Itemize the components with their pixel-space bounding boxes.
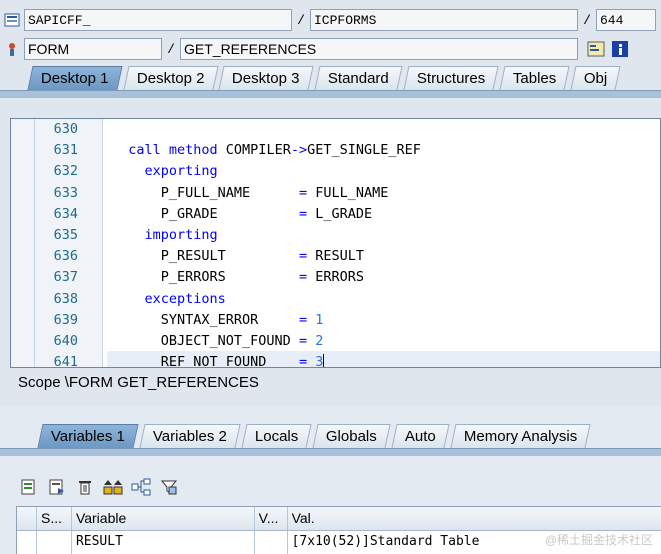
scope-row: FORM / GET_REFERENCES (0, 37, 661, 61)
cell-s (37, 531, 72, 554)
line-number: 630 (53, 121, 78, 137)
program-field[interactable]: SAPICFF_ (24, 9, 292, 31)
line-number: 632 (53, 163, 78, 180)
line-number: 637 (53, 269, 78, 286)
code-text: OBJECT_NOT_FOUND = 2 (112, 333, 324, 349)
variables-tab-4[interactable]: Auto (391, 424, 450, 448)
include-field[interactable]: ICPFORMS (310, 9, 578, 31)
variables-tab-5[interactable]: Memory Analysis (450, 424, 591, 448)
code-text: P_FULL_NAME = FULL_NAME (112, 184, 389, 201)
code-text: REF_NOT_FOUND = 3 (112, 354, 325, 368)
filter-icon[interactable] (158, 476, 180, 498)
tab-label: Standard (327, 70, 389, 87)
code-text: call method COMPILER->GET_SINGLE_REF (128, 142, 421, 159)
tab-label: Memory Analysis (463, 428, 578, 445)
line-number: 633 (53, 184, 78, 201)
tab-label: Desktop 3 (231, 70, 300, 87)
sort-icon[interactable] (102, 476, 124, 498)
tab-label: Structures (416, 70, 485, 87)
col-header-variable[interactable]: Variable (72, 507, 255, 530)
desktop-tab-3[interactable]: Standard (314, 66, 403, 90)
variables-toolbar (18, 476, 180, 498)
line-number: 636 (53, 248, 78, 265)
desktop-tabstrip: Desktop 1 Desktop 2 Desktop 3 Standard Struc… (27, 66, 625, 90)
tab-label: Globals (326, 428, 377, 445)
scope-label: Scope \FORM GET_REFERENCES (18, 374, 259, 391)
delete-icon[interactable] (74, 476, 96, 498)
scope-type-field[interactable]: FORM (24, 38, 162, 60)
row-selector[interactable] (17, 531, 37, 554)
line-number: 641 (53, 354, 78, 368)
grid-export-icon[interactable] (46, 476, 68, 498)
tab-label: Variables 2 (152, 428, 227, 445)
tab-label: Auto (404, 428, 436, 445)
tab-label: Desktop 1 (40, 70, 109, 87)
watermark: @稀土掘金技术社区 (544, 533, 653, 547)
scope-name-field[interactable]: GET_REFERENCES (180, 38, 578, 60)
tab-label: Obj (584, 70, 608, 87)
line-number: 635 (53, 227, 78, 243)
tabstrip-bar (0, 90, 661, 98)
line-number: 631 (53, 142, 78, 159)
tab-label: Variables 1 (50, 428, 125, 445)
table-header: S... Variable V... Val. (17, 507, 661, 531)
col-header-value[interactable]: Val. (288, 507, 661, 530)
program-icon (0, 9, 24, 31)
separator: / (583, 12, 591, 28)
tab-label: Desktop 2 (136, 70, 204, 87)
desktop-tab-1[interactable]: Desktop 2 (122, 66, 218, 90)
tab-label: Tables (512, 70, 557, 87)
tab-label: Locals (254, 428, 299, 445)
program-row: SAPICFF_ / ICPFORMS / 644 (0, 8, 661, 32)
variables-tab-1[interactable]: Variables 2 (139, 424, 241, 448)
line-number: 639 (53, 311, 78, 328)
tabstrip-bar (0, 448, 661, 456)
source-editor[interactable]: 630 631 call method COMPILER->GET_SINGLE_… (10, 118, 661, 368)
desktop-tab-0[interactable]: Desktop 1 (27, 66, 123, 90)
col-header-s[interactable]: S... (37, 507, 72, 530)
code-text: P_RESULT = RESULT (112, 248, 364, 265)
code-text: P_ERRORS = ERRORS (112, 269, 364, 286)
desktop-tab-4[interactable]: Structures (402, 66, 499, 90)
code-text: exporting (144, 163, 218, 180)
tree-icon[interactable] (130, 476, 152, 498)
cell-v (255, 531, 288, 554)
separator: / (167, 41, 175, 57)
desktop-tab-6[interactable]: Obj (570, 66, 622, 90)
cell-variable[interactable]: RESULT (72, 531, 255, 554)
variables-tabstrip: Variables 1 Variables 2 Locals Globals Auto M… (37, 424, 594, 448)
line-number: 634 (53, 205, 78, 222)
code-text: SYNTAX_ERROR = 1 (112, 311, 324, 328)
info-icon[interactable] (608, 38, 632, 60)
desktop-tab-5[interactable]: Tables (499, 66, 570, 90)
display-icon[interactable] (584, 38, 608, 60)
code-text: importing (144, 227, 218, 243)
separator: / (297, 12, 305, 28)
variables-tab-2[interactable]: Locals (241, 424, 312, 448)
code-text: P_GRADE = L_GRADE (112, 205, 373, 222)
form-icon (0, 38, 24, 60)
variables-tab-3[interactable]: Globals (312, 424, 391, 448)
text-caret (323, 354, 325, 367)
col-header-v[interactable]: V... (255, 507, 288, 530)
desktop-tab-2[interactable]: Desktop 3 (218, 66, 314, 90)
line-number: 638 (53, 290, 78, 307)
line-number: 640 (53, 333, 78, 349)
line-number-field[interactable]: 644 (596, 9, 656, 31)
grid-detail-icon[interactable] (18, 476, 40, 498)
variables-tab-0[interactable]: Variables 1 (37, 424, 139, 448)
code-text: exceptions (144, 290, 226, 307)
